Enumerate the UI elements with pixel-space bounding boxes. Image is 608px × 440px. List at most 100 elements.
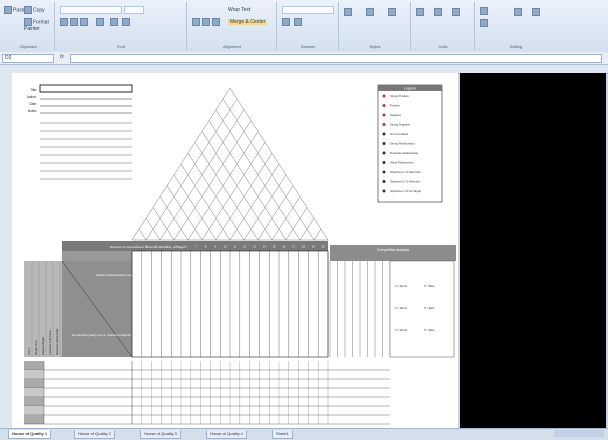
editing-group: Editing [476, 2, 556, 50]
alignment-group: Wrap Text Merge & Center Alignment [188, 2, 277, 50]
legend-item: Strong Negative [390, 123, 411, 127]
roof-line [208, 120, 287, 241]
meta-label: Date: [29, 102, 37, 106]
italic-icon [70, 18, 78, 26]
sort-filter-button[interactable] [514, 8, 523, 16]
underline-button[interactable] [80, 18, 89, 26]
currency-button[interactable] [282, 18, 291, 26]
paste-button[interactable]: Paste [4, 6, 26, 14]
legend-item: Objective Is To Maximize [390, 170, 421, 174]
tab-sheet1[interactable]: Sheet1 [272, 430, 293, 439]
roof-line [145, 98, 238, 241]
align-right-button[interactable] [212, 18, 221, 26]
roof-outline [131, 87, 329, 241]
legend-symbol [382, 104, 386, 107]
roof-line [138, 229, 147, 241]
row-header-label: Row # [27, 347, 31, 355]
legend-symbol [382, 151, 386, 155]
format-as-table-button[interactable] [366, 8, 375, 16]
roof-line [194, 142, 259, 241]
find-select-button[interactable] [532, 8, 541, 16]
number-format-select[interactable] [282, 6, 334, 14]
cell-styles-button[interactable] [388, 8, 397, 16]
align-left-button[interactable] [192, 18, 201, 26]
name-box[interactable]: D2 [2, 54, 54, 63]
number-label: Number [300, 44, 316, 49]
delete-icon [434, 8, 442, 16]
zoom-slider[interactable] [554, 430, 604, 437]
roof-line [257, 185, 294, 241]
selected-cell[interactable] [39, 84, 133, 93]
legend-item: Strong Relationship [390, 142, 415, 146]
percent-button[interactable] [294, 18, 303, 26]
competitive-header-label: Competitive Analysis [377, 248, 410, 252]
clipboard-label: Clipboard [19, 44, 37, 49]
insert-button[interactable] [416, 8, 425, 16]
copy-icon [24, 6, 32, 14]
font-size-select[interactable] [124, 6, 144, 14]
legend-item: Strong Positive [390, 94, 409, 98]
wrap-text-button[interactable]: Wrap Text [228, 7, 250, 13]
legend-item: Positive [390, 104, 400, 108]
fx-icon[interactable]: fx [60, 54, 64, 60]
format-painter-button[interactable]: Format Painter [24, 18, 54, 32]
legend-symbol [382, 189, 386, 193]
italic-button[interactable] [70, 18, 79, 26]
meta-label: Title: [30, 88, 37, 92]
percent-icon [294, 18, 302, 26]
delete-button[interactable] [434, 8, 443, 16]
bottom-rows [24, 361, 390, 425]
correlation-roof [131, 87, 329, 241]
legend-title: Legend [404, 87, 416, 91]
currency-icon [282, 18, 290, 26]
font-name-select[interactable] [60, 6, 122, 14]
fill-color-button[interactable] [110, 18, 119, 26]
roof-line [180, 163, 231, 241]
legend-item: Negative [390, 113, 401, 117]
format-button[interactable] [452, 8, 461, 16]
legend-symbol [382, 170, 386, 174]
roof-line [173, 120, 252, 241]
sheet-tabs: House of Quality 1 House of Quality 2 Ho… [0, 428, 608, 440]
legend-item: Objective Is To Hit Target [390, 189, 421, 193]
paste-icon [4, 6, 12, 14]
clear-button[interactable] [480, 19, 489, 27]
hows-label: Quality Characteristics (a.k.a. Function… [96, 273, 182, 277]
row-header-band [62, 251, 132, 261]
cell-styles-icon [388, 8, 396, 16]
meta-fields: Title: Author: Date: Notes: [27, 84, 133, 180]
relationship-matrix: 1 2 3 4 5 6 7 8 9 10 11 12 13 14 15 16 17 18 19 20 [131, 245, 391, 358]
legend-symbol [382, 180, 386, 183]
roof-line [201, 142, 266, 241]
font-color-button[interactable] [122, 18, 131, 26]
row-header-label: Maximum Relationship [55, 328, 59, 355]
legend-symbol [382, 123, 386, 126]
sigma-icon [480, 7, 488, 15]
conditional-formatting-button[interactable] [344, 8, 353, 16]
roof-line [166, 185, 203, 241]
tab-house-of-quality-2[interactable]: House of Quality 2 [74, 430, 115, 439]
cells-label: Cells [438, 44, 448, 49]
styles-label: Styles [369, 44, 381, 49]
tab-house-of-quality-4[interactable]: House of Quality 4 [206, 430, 247, 439]
merge-center-button[interactable]: Merge & Center [228, 19, 268, 25]
row-header-label: Relative Weight [41, 337, 45, 355]
brush-icon [24, 18, 32, 26]
row-header-label: Customer Importance [48, 330, 52, 355]
rating-label: 0 = Worst [395, 328, 407, 332]
worksheet[interactable]: Title: Author: Date: Notes: Legend Strong Po… [12, 73, 458, 428]
formula-input[interactable] [70, 54, 602, 63]
align-center-button[interactable] [202, 18, 211, 26]
roof-line [152, 207, 175, 241]
tab-house-of-quality-1[interactable]: House of Quality 1 [8, 430, 52, 439]
tab-house-of-quality-3[interactable]: House of Quality 3 [140, 430, 181, 439]
borders-button[interactable] [96, 18, 105, 26]
alignment-label: Alignment [223, 44, 241, 49]
bold-button[interactable] [60, 18, 69, 26]
font-label: Font [116, 44, 125, 49]
autosum-button[interactable] [480, 7, 489, 15]
format-icon [452, 8, 460, 16]
roof-line [222, 98, 315, 241]
legend-item: Moderate Relationship [390, 151, 418, 155]
copy-button[interactable]: Copy [24, 6, 45, 14]
